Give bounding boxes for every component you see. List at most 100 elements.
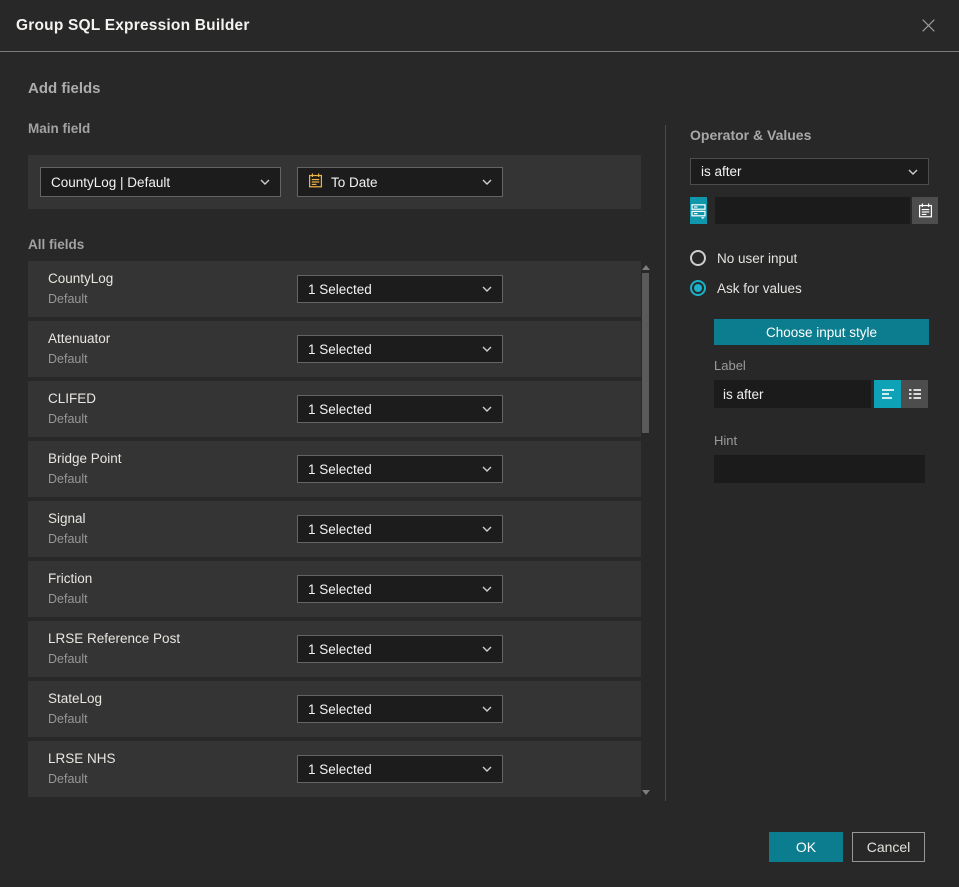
operator-values-panel: Operator & Values is after No user input… [690, 127, 938, 483]
field-selection-dropdown-value: 1 Selected [308, 761, 372, 777]
field-selection-dropdown[interactable]: 1 Selected [297, 335, 503, 363]
field-row: Friction Default 1 Selected [28, 561, 641, 617]
close-button[interactable] [916, 13, 941, 38]
chevron-down-icon [482, 286, 492, 292]
list-icon [907, 386, 923, 402]
field-selection-dropdown[interactable]: 1 Selected [297, 455, 503, 483]
field-selection-dropdown-value: 1 Selected [308, 701, 372, 717]
fields-panel: Main field CountyLog | Default To Date A… [28, 121, 641, 801]
unique-values-icon [690, 202, 707, 219]
chevron-down-icon [482, 706, 492, 712]
single-value-style-button[interactable] [874, 380, 901, 408]
chevron-down-icon [482, 406, 492, 412]
date-field-dropdown[interactable]: To Date [297, 167, 503, 197]
chevron-down-icon [482, 179, 492, 185]
radio-no-user-input[interactable]: No user input [690, 250, 929, 266]
field-row: Bridge Point Default 1 Selected [28, 441, 641, 497]
field-selection-dropdown-value: 1 Selected [308, 581, 372, 597]
ask-for-values-options: Choose input style Label is after Hint [714, 310, 929, 483]
field-name: CLIFED [48, 391, 97, 406]
chevron-down-icon [482, 526, 492, 532]
close-icon [920, 19, 937, 37]
radio-selected-icon [690, 280, 706, 296]
field-row: Attenuator Default 1 Selected [28, 321, 641, 377]
main-field-dropdown-value: CountyLog | Default [51, 174, 171, 190]
field-subtitle: Default [48, 652, 88, 666]
field-name: StateLog [48, 691, 103, 706]
chevron-down-icon [482, 766, 492, 772]
field-row: LRSE Reference Post Default 1 Selected [28, 621, 641, 677]
field-row: CLIFED Default 1 Selected [28, 381, 641, 437]
main-field-dropdown[interactable]: CountyLog | Default [40, 167, 281, 197]
hint-field-label: Hint [714, 433, 738, 448]
field-selection-dropdown[interactable]: 1 Selected [297, 395, 503, 423]
label-input-row [714, 380, 929, 408]
field-selection-dropdown-value: 1 Selected [308, 641, 372, 657]
field-subtitle: Default [48, 712, 88, 726]
all-fields-list: CountyLog Default 1 Selected Attenuator … [28, 261, 641, 797]
field-name: LRSE Reference Post [48, 631, 181, 646]
date-picker-button[interactable] [912, 197, 938, 224]
field-subtitle: Default [48, 472, 88, 486]
panel-divider [665, 125, 666, 801]
operator-values-heading: Operator & Values [690, 127, 812, 143]
chevron-down-icon [908, 169, 918, 175]
scrollbar-thumb[interactable] [642, 273, 649, 433]
field-selection-dropdown-value: 1 Selected [308, 401, 372, 417]
field-subtitle: Default [48, 412, 88, 426]
group-sql-expression-builder-dialog: Group SQL Expression Builder Add fields … [0, 0, 959, 887]
field-selection-dropdown[interactable]: 1 Selected [297, 275, 503, 303]
operator-dropdown-value: is after [701, 164, 742, 179]
field-row: LRSE NHS Default 1 Selected [28, 741, 641, 797]
calendar-icon [918, 203, 933, 218]
radio-no-user-input-label: No user input [717, 250, 798, 266]
align-left-icon [880, 386, 896, 402]
field-name: CountyLog [48, 271, 114, 286]
hint-input[interactable] [714, 455, 925, 483]
field-selection-dropdown-value: 1 Selected [308, 281, 372, 297]
field-selection-dropdown[interactable]: 1 Selected [297, 755, 503, 783]
choose-input-style-button[interactable]: Choose input style [714, 319, 929, 345]
field-subtitle: Default [48, 772, 88, 786]
label-field-label: Label [714, 358, 746, 373]
label-style-buttons [874, 380, 928, 408]
field-name: Signal [48, 511, 86, 526]
all-fields-label: All fields [28, 237, 85, 252]
date-field-dropdown-value: To Date [331, 174, 378, 190]
field-name: Friction [48, 571, 93, 586]
fields-list-scrollbar[interactable] [641, 259, 651, 799]
dialog-title: Group SQL Expression Builder [16, 16, 250, 34]
field-row: StateLog Default 1 Selected [28, 681, 641, 737]
value-input[interactable] [715, 197, 910, 224]
label-input[interactable] [714, 380, 871, 408]
field-selection-dropdown-value: 1 Selected [308, 461, 372, 477]
chevron-down-icon [482, 586, 492, 592]
radio-unselected-icon [690, 250, 706, 266]
field-selection-dropdown[interactable]: 1 Selected [297, 635, 503, 663]
field-row: CountyLog Default 1 Selected [28, 261, 641, 317]
radio-ask-for-values[interactable]: Ask for values [690, 280, 929, 296]
dialog-titlebar: Group SQL Expression Builder [0, 0, 959, 52]
field-selection-dropdown[interactable]: 1 Selected [297, 515, 503, 543]
cancel-button[interactable]: Cancel [852, 832, 925, 862]
field-selection-dropdown[interactable]: 1 Selected [297, 695, 503, 723]
field-subtitle: Default [48, 292, 88, 306]
field-subtitle: Default [48, 352, 88, 366]
ok-button[interactable]: OK [769, 832, 843, 862]
field-selection-dropdown[interactable]: 1 Selected [297, 575, 503, 603]
scroll-up-arrow-icon[interactable] [642, 265, 650, 270]
field-name: Bridge Point [48, 451, 122, 466]
field-subtitle: Default [48, 592, 88, 606]
radio-ask-for-values-label: Ask for values [717, 280, 802, 296]
unique-values-button[interactable] [690, 197, 707, 224]
operator-dropdown[interactable]: is after [690, 158, 929, 185]
add-fields-heading: Add fields [28, 80, 101, 97]
main-field-label: Main field [28, 121, 91, 136]
list-style-button[interactable] [901, 380, 928, 408]
calendar-icon [308, 173, 323, 191]
value-input-row [690, 197, 938, 224]
field-row: Signal Default 1 Selected [28, 501, 641, 557]
dialog-footer: OK Cancel [769, 832, 925, 862]
scroll-down-arrow-icon[interactable] [642, 790, 650, 795]
field-subtitle: Default [48, 532, 88, 546]
